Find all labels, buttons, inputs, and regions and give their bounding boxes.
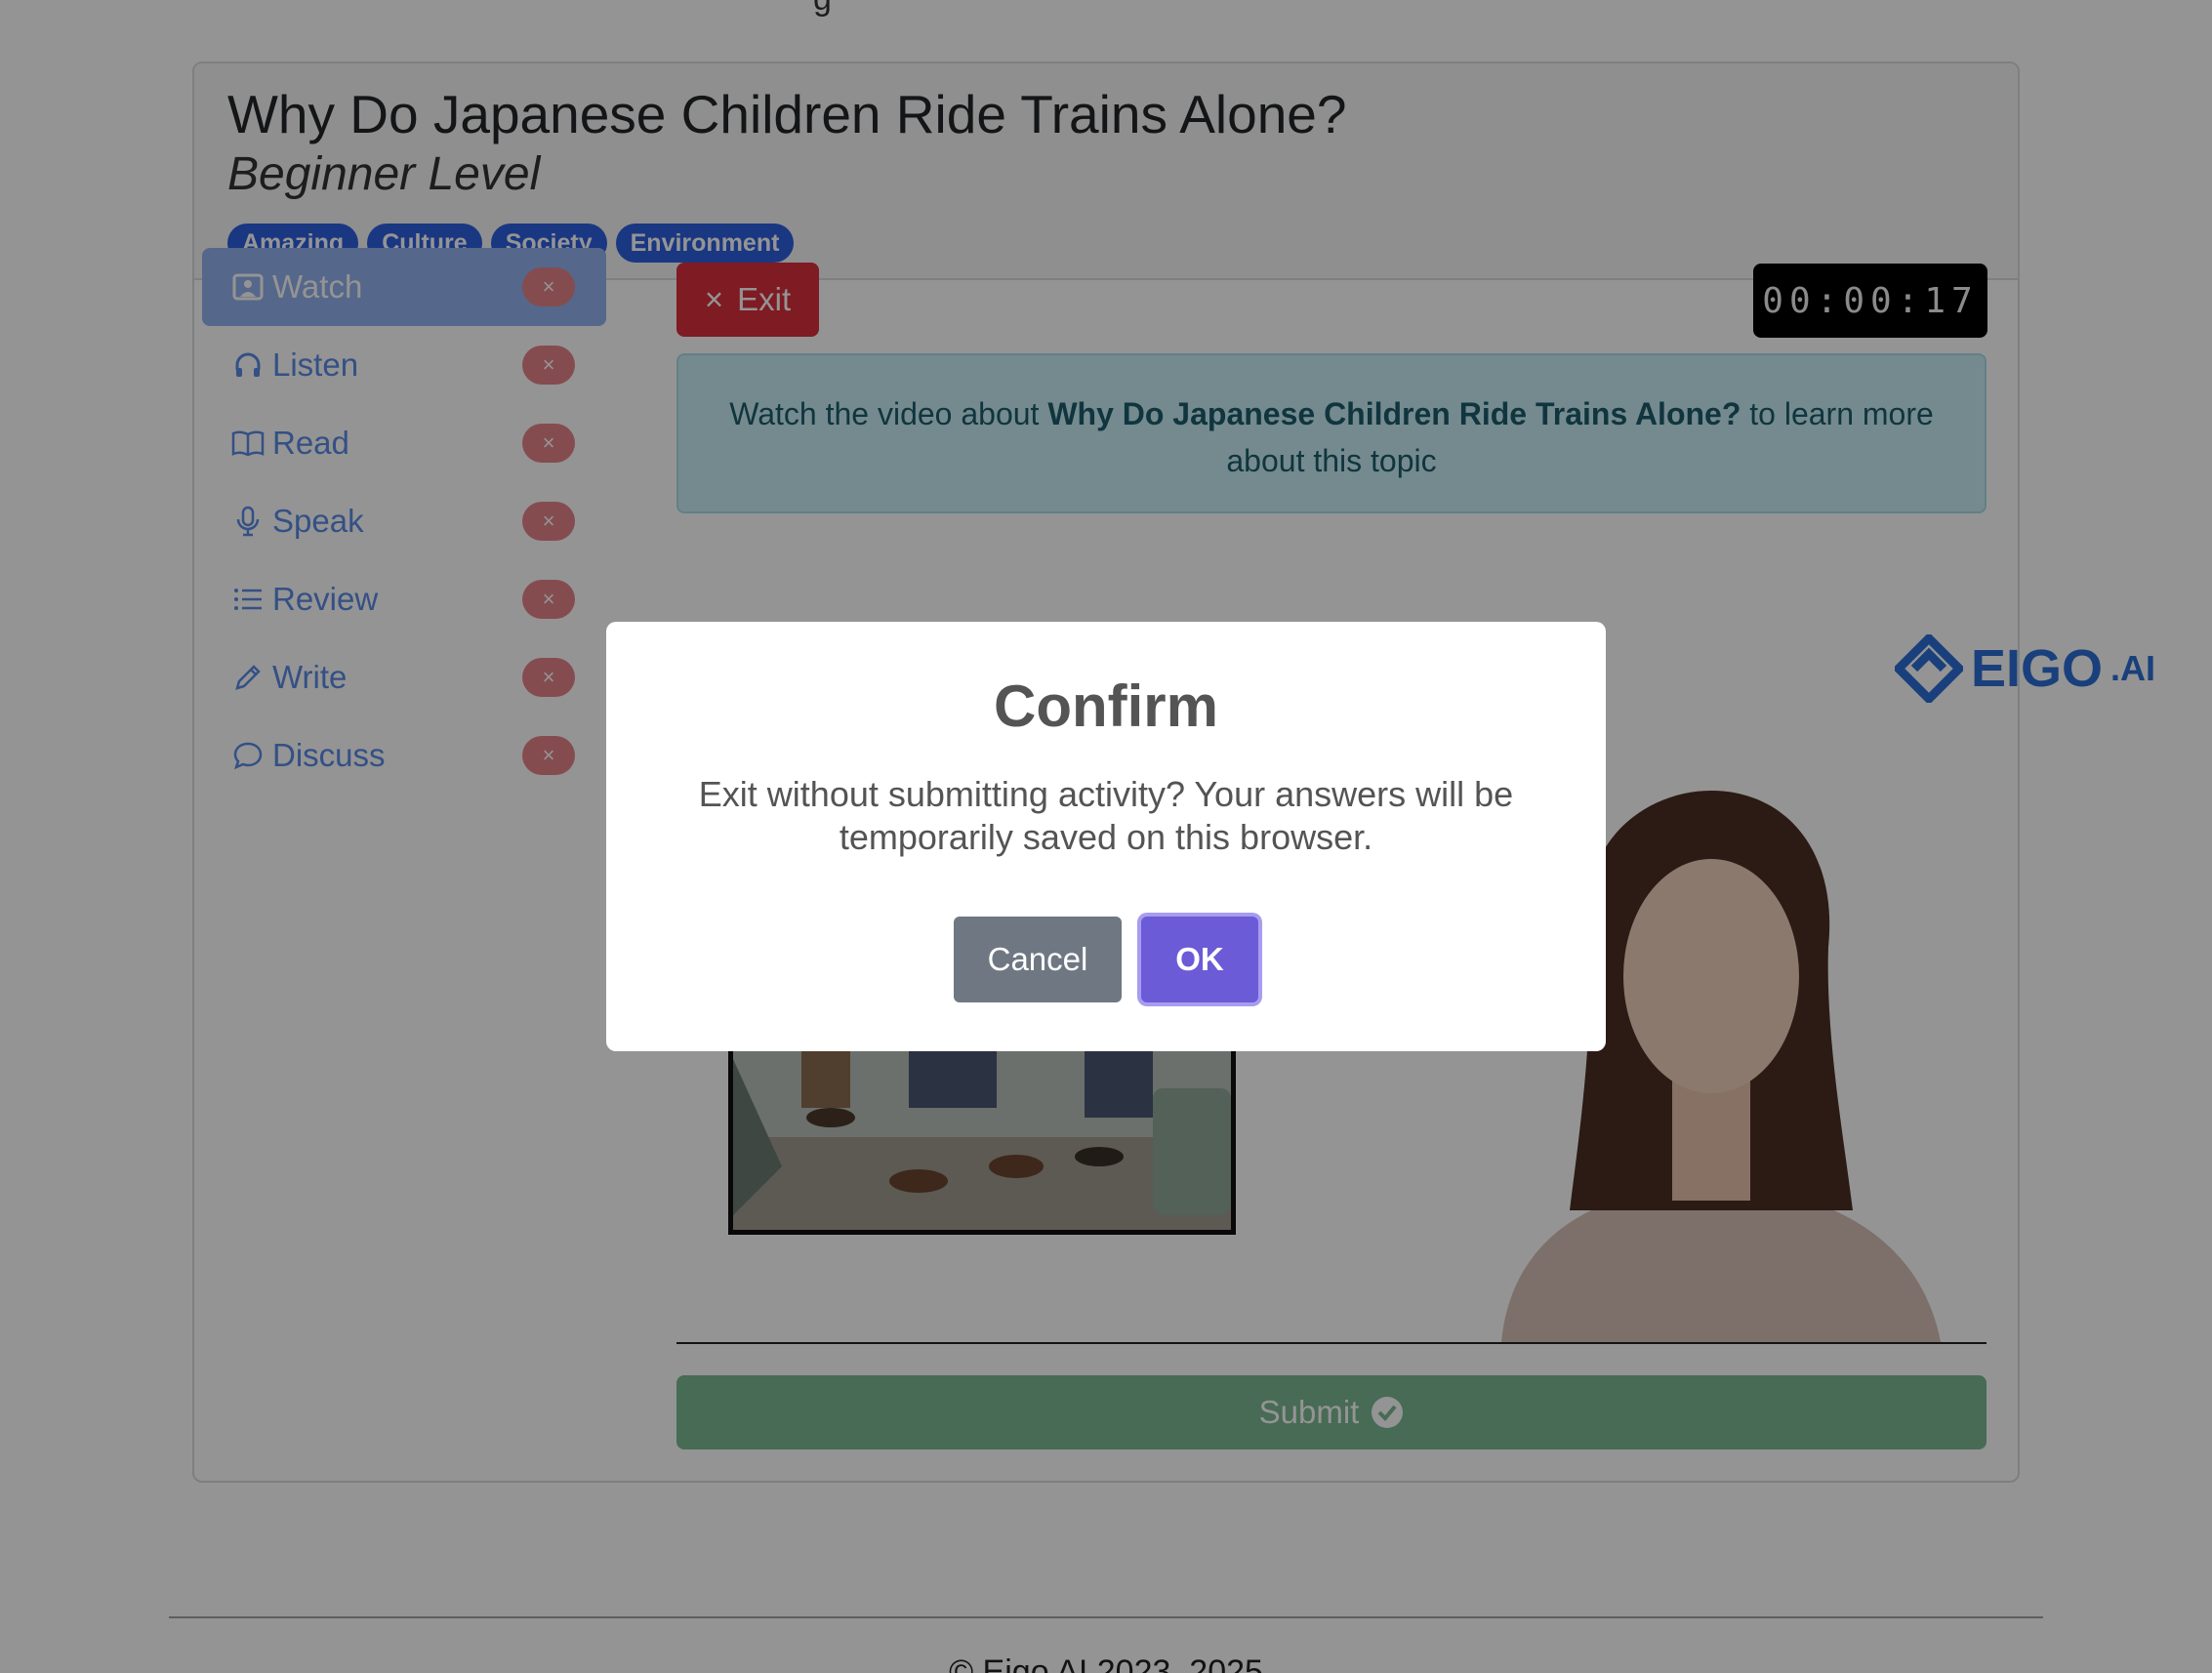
dialog-title: Confirm — [994, 673, 1218, 739]
dialog-actions: Cancel OK — [606, 917, 1606, 1002]
cancel-button[interactable]: Cancel — [954, 917, 1122, 1002]
confirm-dialog: Confirm Exit without submitting activity… — [606, 622, 1606, 1051]
dialog-message: Exit without submitting activity? Your a… — [698, 774, 1514, 857]
ok-button[interactable]: OK — [1141, 917, 1258, 1002]
